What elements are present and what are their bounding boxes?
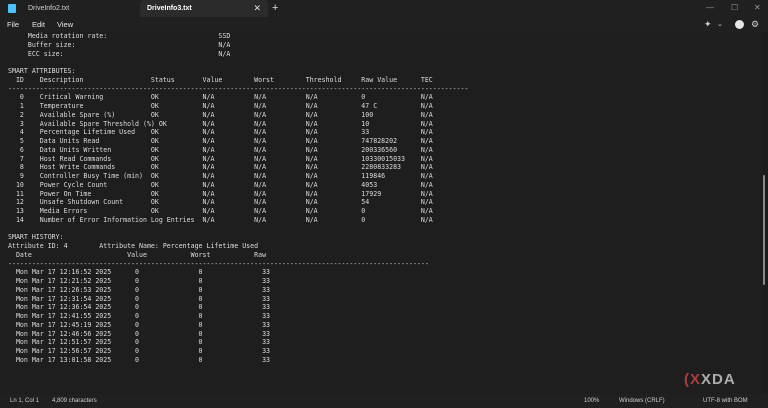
text-editor[interactable]: Media rotation rate: SSD Buffer size: N/… bbox=[0, 32, 762, 394]
close-icon[interactable]: ✕ bbox=[253, 0, 261, 17]
character-count: 4,809 characters bbox=[52, 398, 97, 404]
tab-driveinfo2[interactable]: DriveInfo2.txt bbox=[22, 0, 144, 17]
new-tab-button[interactable]: + bbox=[272, 1, 278, 16]
cursor-position: Ln 1, Col 1 bbox=[10, 398, 40, 404]
line-ending[interactable]: Windows (CRLF) bbox=[619, 394, 665, 408]
editor-content: Media rotation rate: SSD Buffer size: N/… bbox=[8, 32, 469, 364]
sparkle-icon[interactable]: ✦ bbox=[704, 19, 712, 30]
zoom-level[interactable]: 100% bbox=[584, 394, 599, 408]
menu-edit[interactable]: Edit bbox=[32, 17, 45, 32]
menu-file[interactable]: File bbox=[7, 17, 19, 32]
tab-label: DriveInfo2.txt bbox=[28, 5, 70, 12]
menu-view[interactable]: View bbox=[57, 17, 73, 32]
window-close-icon[interactable]: ✕ bbox=[754, 2, 761, 14]
title-bar: DriveInfo2.txt DriveInfo3.txt ✕ + — ☐ ✕ bbox=[0, 0, 768, 17]
vertical-scrollbar[interactable] bbox=[763, 175, 765, 285]
tab-driveinfo3[interactable]: DriveInfo3.txt ✕ bbox=[140, 0, 268, 17]
notepad-app-icon bbox=[8, 4, 16, 13]
minimize-icon[interactable]: — bbox=[706, 2, 714, 14]
gear-icon[interactable]: ⚙ bbox=[751, 19, 759, 30]
chevron-down-icon[interactable]: ⌄ bbox=[717, 19, 723, 30]
status-bar: Ln 1, Col 1 4,809 characters 100% Window… bbox=[0, 394, 768, 408]
menu-bar: File Edit View ✦ ⌄ ⚙ bbox=[0, 17, 768, 32]
tab-label: DriveInfo3.txt bbox=[147, 5, 192, 12]
xda-watermark-logo: (XXDA bbox=[684, 371, 736, 388]
maximize-icon[interactable]: ☐ bbox=[731, 2, 738, 14]
account-icon[interactable] bbox=[735, 20, 744, 29]
encoding[interactable]: UTF-8 with BOM bbox=[703, 394, 748, 408]
